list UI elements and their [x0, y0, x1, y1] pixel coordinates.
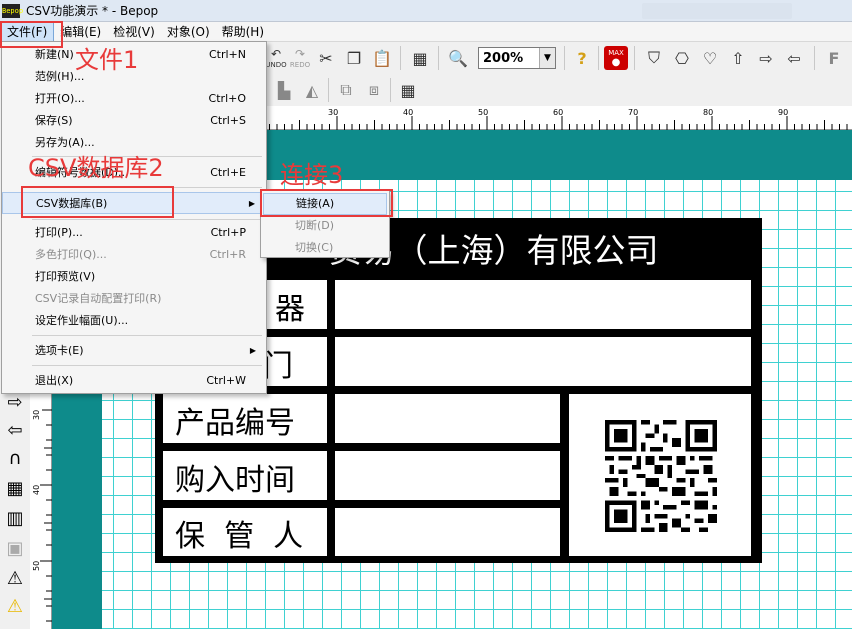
submenu-item-disconnect[interactable]: 切断(D) — [263, 215, 387, 237]
undo-button[interactable]: ↶ UNDO — [264, 46, 288, 70]
window-title: CSV功能演示 * - Bepop — [26, 4, 159, 18]
redo-button[interactable]: ↷ REDO — [288, 46, 312, 70]
menu-item-csv-auto-print[interactable]: CSV记录自动配置打印(R) — [2, 288, 266, 310]
vertical-ruler: 30 40 50 — [30, 390, 52, 629]
label-row-purchase-date: 购入时间 — [175, 463, 295, 498]
zoom-select[interactable]: 200% ▼ — [478, 47, 556, 69]
menu-object[interactable]: 对象(O) — [161, 22, 216, 42]
title-bar: Bepop CSV功能演示 * - Bepop — [0, 0, 852, 22]
menu-separator — [32, 219, 262, 220]
menu-item-print-preview[interactable]: 打印预览(V) — [2, 266, 266, 288]
group-icon[interactable]: ⧉ — [334, 78, 358, 102]
vruler-label: 50 — [32, 560, 41, 571]
ruler-label: 30 — [328, 108, 339, 117]
shape-flag-icon[interactable]: ⛉ — [642, 46, 666, 70]
menu-separator — [32, 335, 262, 336]
menu-view[interactable]: 检视(V) — [107, 22, 161, 42]
paste-icon[interactable]: 📋 — [370, 46, 394, 70]
ruler-label: 90 — [778, 108, 789, 117]
ruler-label: 70 — [628, 108, 639, 117]
label-value-cell — [335, 394, 560, 443]
vruler-label: 40 — [32, 484, 41, 495]
image-tool-icon[interactable]: ▣ — [3, 536, 27, 560]
table-tool-icon[interactable]: ▦ — [3, 476, 27, 500]
menu-item-multicolor-print[interactable]: 多色打印(Q)... Ctrl+R — [2, 244, 266, 266]
submenu-item-switch[interactable]: 切换(C) — [263, 237, 387, 259]
annotation-box-file — [0, 21, 63, 48]
object-toolbar: ▙ ◭ ⧉ ⧈ ▦ — [262, 74, 852, 106]
help-icon[interactable]: ? — [570, 46, 594, 70]
cut-icon[interactable]: ✂ — [314, 46, 338, 70]
ungroup-icon[interactable]: ⧈ — [362, 78, 386, 102]
ruler-label: 60 — [553, 108, 564, 117]
undo-label: UNDO — [265, 61, 287, 69]
menu-item-save[interactable]: 保存(S) Ctrl+S — [2, 110, 266, 132]
label-row-equipment: 器 — [275, 292, 305, 327]
shape-arrow-up-icon[interactable]: ⇧ — [726, 46, 750, 70]
menu-separator — [32, 365, 262, 366]
zoom-icon[interactable]: 🔍 — [446, 46, 470, 70]
max-print-button[interactable]: MAX ● — [604, 46, 628, 70]
submenu-arrow-icon: ▶ — [248, 199, 255, 208]
left-toolbar: ⇨ ⇦ ∩ ▦ ▥ ▣ ⚠ ⚠ — [0, 390, 30, 629]
arrow-left-shape-icon[interactable]: ⇦ — [3, 418, 27, 442]
warning-outline-icon[interactable]: ⚠ — [3, 566, 27, 590]
vruler-label: 30 — [32, 409, 41, 420]
main-toolbar: ↶ UNDO ↷ REDO ✂ ❐ 📋 ▦ 🔍 200% ▼ ? MAX ● ⛉ ⎔ … — [262, 42, 852, 74]
menu-item-tabs[interactable]: 选项卡(E) ▶ — [2, 340, 266, 362]
copy-icon[interactable]: ❐ — [342, 46, 366, 70]
annotation-step1: 文件1 — [75, 46, 139, 74]
label-value-cell — [335, 508, 560, 556]
label-row-keeper: 保 管 人 — [175, 519, 304, 554]
redo-label: REDO — [289, 61, 311, 69]
table-icon[interactable]: ▦ — [396, 78, 420, 102]
annotation-box-csv — [21, 186, 174, 218]
shape-heart-icon[interactable]: ♡ — [698, 46, 722, 70]
zoom-value: 200% — [483, 50, 524, 66]
menu-item-open[interactable]: 打开(O)... Ctrl+O — [2, 88, 266, 110]
submenu-arrow-icon: ▶ — [249, 346, 256, 355]
grid-icon[interactable]: ▦ — [408, 46, 432, 70]
ruler-label: 40 — [403, 108, 414, 117]
label-value-cell — [335, 280, 751, 329]
title-bar-blank — [642, 3, 792, 19]
menu-bar: 文件(F) 编辑(E) 检视(V) 对象(O) 帮助(H) — [0, 21, 852, 42]
shape-arrow-right-icon[interactable]: ⇨ — [754, 46, 778, 70]
shape-callout-icon[interactable]: ⎔ — [670, 46, 694, 70]
ruler-label: 50 — [478, 108, 489, 117]
chevron-down-icon[interactable]: ▼ — [539, 48, 555, 68]
label-value-cell — [335, 451, 560, 500]
warning-icon[interactable]: ⚠ — [3, 594, 27, 618]
menu-help[interactable]: 帮助(H) — [216, 22, 270, 42]
label-row-product-no: 产品编号 — [175, 406, 295, 441]
flip-icon[interactable]: ◭ — [300, 78, 324, 102]
qr-code — [605, 420, 717, 532]
barcode-tool-icon[interactable]: ▥ — [3, 506, 27, 530]
annotation-box-link — [260, 189, 393, 217]
annotation-step3: 连接3 — [280, 161, 344, 189]
font-icon[interactable]: F — [822, 46, 846, 70]
vruler-ticks — [40, 409, 52, 622]
max-label: MAX — [608, 48, 624, 57]
menu-item-exit[interactable]: 退出(X) Ctrl+W — [2, 370, 266, 392]
app-icon: Bepop — [2, 3, 23, 18]
arch-shape-icon[interactable]: ∩ — [3, 446, 27, 470]
label-value-cell — [335, 337, 751, 386]
menu-item-print[interactable]: 打印(P)... Ctrl+P — [2, 222, 266, 244]
annotation-step2: CSV数据库2 — [28, 154, 164, 182]
menu-item-page-setup[interactable]: 设定作业幅面(U)... — [2, 310, 266, 332]
align-bottom-icon[interactable]: ▙ — [272, 78, 296, 102]
horizontal-ruler: 30 40 50 60 70 80 90 — [262, 106, 852, 130]
label-row-department: 门 — [263, 349, 293, 384]
ruler-label: 80 — [703, 108, 714, 117]
shape-arrow-left-icon[interactable]: ⇦ — [782, 46, 806, 70]
